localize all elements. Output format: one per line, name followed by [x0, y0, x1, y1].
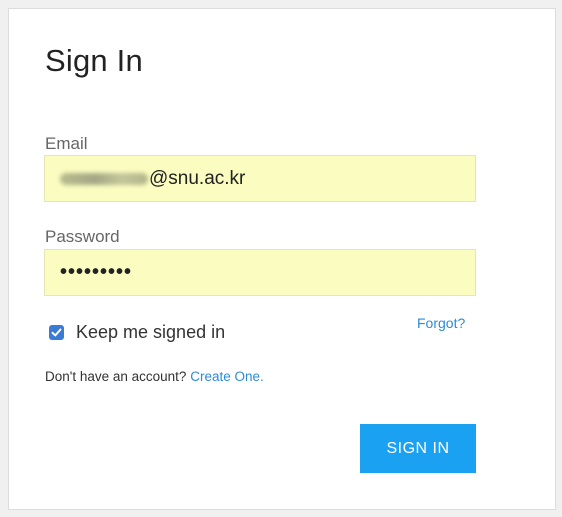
create-account-row: Don't have an account? Create One. [45, 369, 264, 384]
page-title: Sign In [45, 43, 143, 78]
remember-me-row: Keep me signed in [49, 322, 225, 343]
checkmark-icon [51, 328, 62, 337]
email-value: @snu.ac.kr [149, 167, 246, 189]
remember-me-label: Keep me signed in [76, 322, 226, 342]
password-field[interactable]: ••••••••• [44, 249, 476, 296]
password-label: Password [45, 227, 120, 246]
create-account-link[interactable]: Create One. [190, 369, 264, 384]
password-value: ••••••••• [60, 261, 133, 283]
sign-in-card: Sign In Email @snu.ac.kr Password ••••••… [8, 8, 556, 510]
email-redacted-mask [60, 172, 148, 185]
no-account-text: Don't have an account? [45, 369, 187, 384]
remember-me-checkbox[interactable] [49, 325, 64, 340]
sign-in-button[interactable]: SIGN IN [360, 424, 476, 473]
email-label: Email [45, 134, 88, 153]
forgot-password-link[interactable]: Forgot? [417, 315, 465, 331]
email-field[interactable]: @snu.ac.kr [44, 155, 476, 202]
